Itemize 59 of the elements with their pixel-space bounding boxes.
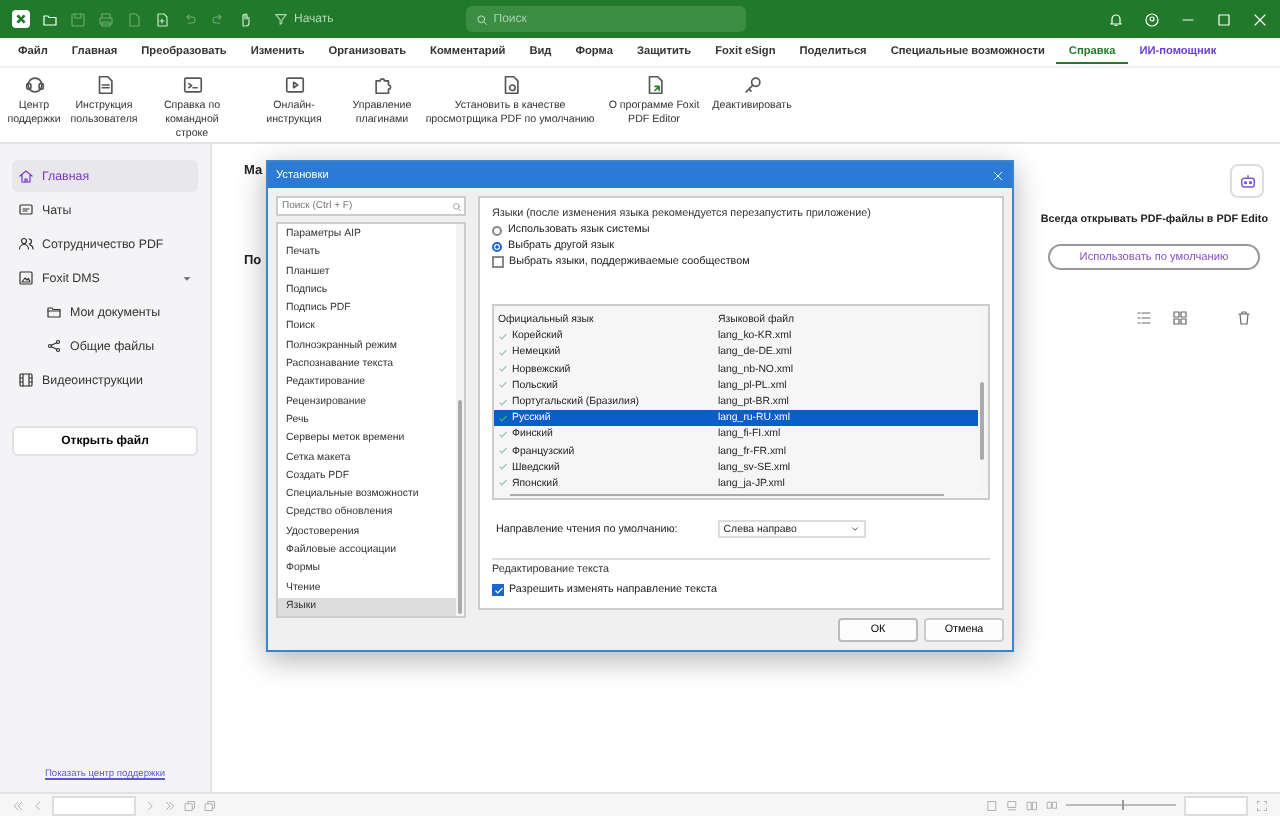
share-icon — [46, 338, 62, 354]
checkbox[interactable] — [492, 256, 503, 268]
first-page-icon[interactable] — [12, 799, 24, 811]
next-page-icon[interactable] — [144, 799, 156, 811]
document-icon[interactable] — [126, 11, 142, 27]
user-icon[interactable] — [1144, 11, 1160, 27]
document-arrow-icon — [643, 74, 665, 96]
folder-icon — [46, 304, 62, 320]
last-page-icon[interactable] — [164, 799, 176, 811]
checkbox[interactable] — [492, 584, 503, 596]
bell-icon[interactable] — [1108, 11, 1124, 27]
caret-down-icon — [182, 273, 192, 283]
grid-view-icon[interactable] — [1172, 310, 1188, 326]
puzzle-icon — [371, 74, 393, 96]
two-page-icon[interactable] — [1026, 799, 1038, 811]
headset-icon — [23, 74, 45, 96]
home-icon — [18, 168, 34, 184]
assistant-button[interactable] — [1230, 164, 1264, 198]
close-button[interactable] — [992, 169, 1004, 181]
check-icon — [494, 586, 504, 597]
document-icon — [93, 74, 115, 96]
close-icon — [992, 169, 1004, 181]
key-icon — [741, 74, 763, 96]
maximize-icon[interactable] — [1216, 11, 1232, 27]
continuous-page-icon[interactable] — [1006, 799, 1018, 811]
list-view-icon[interactable] — [1136, 310, 1152, 326]
undo-icon[interactable] — [182, 11, 198, 27]
two-page-scroll-icon[interactable] — [1046, 799, 1058, 811]
film-icon — [18, 372, 34, 388]
document-image-icon — [18, 270, 34, 286]
filter-icon — [274, 12, 288, 26]
radio-button[interactable] — [492, 241, 502, 251]
scrollbar-thumb[interactable] — [510, 493, 944, 497]
search-icon — [452, 201, 462, 211]
document-add-icon[interactable] — [154, 11, 170, 27]
people-icon — [18, 236, 34, 252]
page-field[interactable] — [52, 795, 136, 815]
copy-page-icon[interactable] — [204, 799, 216, 811]
app-logo-icon[interactable] — [12, 10, 30, 28]
redo-icon[interactable] — [210, 11, 226, 27]
document-gear-icon — [499, 74, 521, 96]
previous-page-icon[interactable] — [32, 799, 44, 811]
copy-page-icon[interactable] — [184, 799, 196, 811]
terminal-icon — [181, 74, 203, 96]
radio-button[interactable] — [492, 225, 502, 235]
search-icon — [475, 13, 488, 25]
scrollbar-thumb[interactable] — [458, 400, 462, 615]
fit-page-icon[interactable] — [1256, 799, 1268, 811]
trash-icon[interactable] — [1236, 310, 1252, 326]
video-icon — [283, 74, 305, 96]
close-icon[interactable] — [1252, 11, 1268, 27]
zoom-field[interactable] — [1184, 795, 1248, 815]
folder-icon[interactable] — [42, 11, 58, 27]
save-icon[interactable] — [70, 11, 86, 27]
scrollbar-thumb[interactable] — [980, 382, 984, 461]
chevron-down-icon — [849, 524, 860, 534]
single-page-icon[interactable] — [986, 799, 998, 811]
print-icon[interactable] — [98, 11, 114, 27]
chat-icon — [18, 202, 34, 218]
